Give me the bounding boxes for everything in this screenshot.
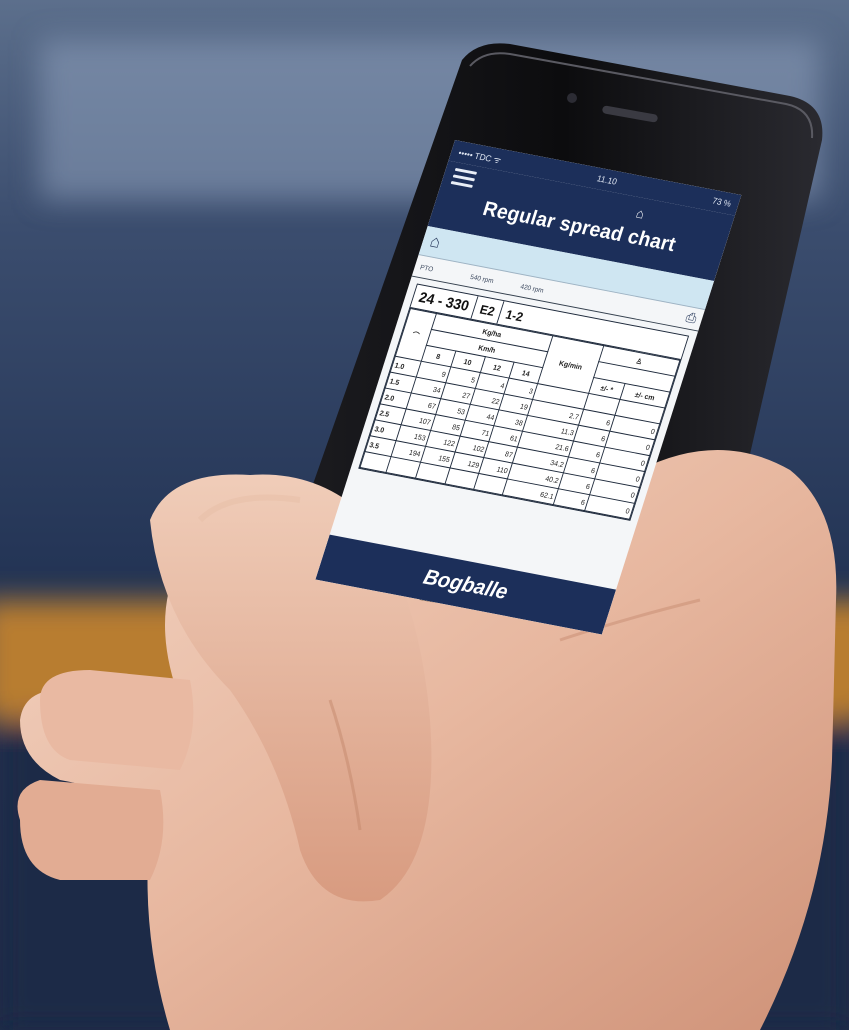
finger xyxy=(40,670,194,770)
finger xyxy=(17,780,164,880)
battery-label: 73 % xyxy=(711,195,733,209)
rpm-high-label: 420 rpm xyxy=(519,283,545,295)
pto-label: PTO xyxy=(419,264,434,274)
camera xyxy=(567,93,577,103)
spec-disc: 1-2 xyxy=(503,306,526,324)
rpm-low-label: 540 rpm xyxy=(469,274,495,286)
home-icon[interactable]: ⌂ xyxy=(427,231,444,253)
time-label: 11.10 xyxy=(595,173,619,187)
hamburger-icon[interactable] xyxy=(450,167,478,189)
print-icon[interactable]: ⎙ xyxy=(684,309,699,327)
home-icon[interactable]: ⌂ xyxy=(634,205,646,221)
